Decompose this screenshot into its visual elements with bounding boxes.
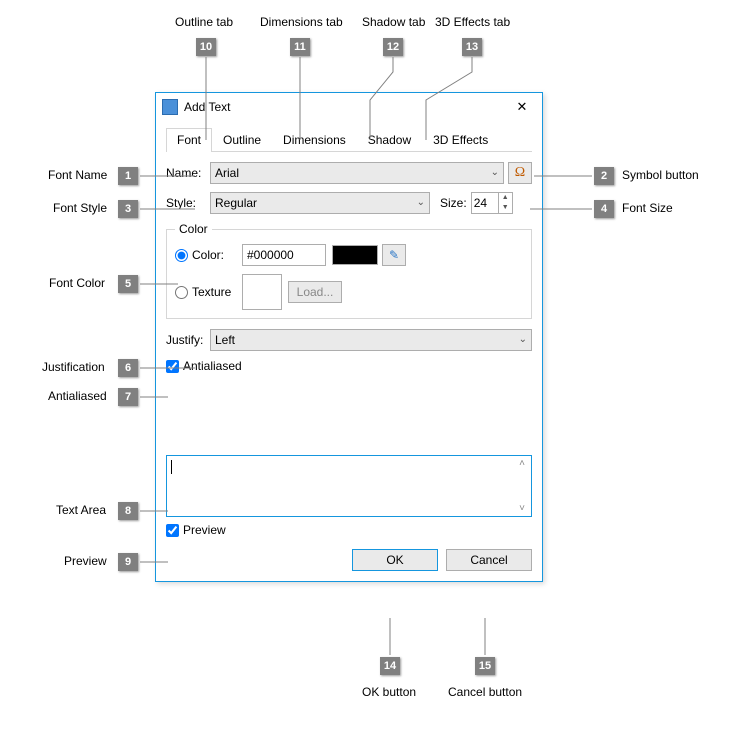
tab-dimensions[interactable]: Dimensions (272, 128, 357, 152)
callout-num-5: 5 (118, 275, 138, 293)
font-style-value: Regular (215, 196, 257, 210)
callout-font-size: Font Size (622, 201, 673, 215)
callout-num-7: 7 (118, 388, 138, 406)
font-size-input[interactable]: 24 ▲▼ (471, 192, 513, 214)
style-label: Style: (166, 196, 210, 210)
name-label: Name: (166, 166, 210, 180)
textarea-scrollbar[interactable]: ˄ ˅ (515, 458, 529, 514)
callout-num-13: 13 (462, 38, 482, 56)
preview-label: Preview (183, 523, 226, 537)
callout-num-2: 2 (594, 167, 614, 185)
justify-label: Justify: (166, 333, 210, 347)
callout-num-11: 11 (290, 38, 310, 56)
preview-row: Preview (166, 523, 532, 537)
client-area: Font Outline Dimensions Shadow 3D Effect… (156, 121, 542, 581)
symbol-button[interactable]: Ω (508, 162, 532, 184)
chevron-down-icon: ⌄ (519, 334, 527, 345)
callout-cancel-button: Cancel button (448, 685, 522, 699)
callout-preview: Preview (64, 554, 107, 568)
color-radio-row: Color: #000000 ✎ (175, 244, 523, 266)
callout-num-3: 3 (118, 200, 138, 218)
close-icon[interactable]: ✕ (508, 99, 536, 115)
antialiased-row: Antialiased (166, 359, 532, 373)
size-spinner[interactable]: ▲▼ (498, 193, 512, 213)
font-style-combo[interactable]: Regular ⌄ (210, 192, 430, 214)
font-name-value: Arial (215, 166, 239, 180)
texture-preview (242, 274, 282, 310)
callout-num-15: 15 (475, 657, 495, 675)
cancel-button[interactable]: Cancel (446, 549, 532, 571)
texture-radio-label: Texture (192, 285, 242, 299)
callout-justification: Justification (42, 360, 105, 374)
ok-button[interactable]: OK (352, 549, 438, 571)
button-row: OK Cancel (166, 549, 532, 571)
callout-num-6: 6 (118, 359, 138, 377)
style-row: Style: Regular ⌄ Size: 24 ▲▼ (166, 192, 532, 214)
chevron-down-icon: ⌄ (417, 197, 425, 208)
text-input-area[interactable]: ˄ ˅ (166, 455, 532, 517)
tab-shadow[interactable]: Shadow (357, 128, 422, 152)
font-size-value: 24 (474, 196, 487, 210)
size-label: Size: (440, 196, 467, 210)
name-row: Name: Arial ⌄ Ω (166, 162, 532, 184)
preview-checkbox[interactable] (166, 524, 179, 537)
callout-font-name: Font Name (48, 168, 107, 182)
load-texture-button[interactable]: Load... (288, 281, 342, 303)
texture-radio[interactable] (175, 286, 188, 299)
callout-num-10: 10 (196, 38, 216, 56)
add-text-dialog: Add Text ✕ Font Outline Dimensions Shado… (155, 92, 543, 582)
tab-outline[interactable]: Outline (212, 128, 272, 152)
color-group-label: Color (175, 222, 212, 236)
titlebar: Add Text ✕ (156, 93, 542, 121)
callout-num-14: 14 (380, 657, 400, 675)
callout-ok-button: OK button (362, 685, 416, 699)
callout-antialiased: Antialiased (48, 389, 107, 403)
callout-font-style: Font Style (53, 201, 107, 215)
callout-num-1: 1 (118, 167, 138, 185)
color-hex-input[interactable]: #000000 (242, 244, 326, 266)
callout-shadow-tab: Shadow tab (362, 15, 425, 29)
omega-icon: Ω (515, 165, 525, 181)
justify-row: Justify: Left ⌄ (166, 329, 532, 351)
color-swatch[interactable] (332, 245, 378, 265)
callout-font-color: Font Color (49, 276, 105, 290)
callout-3d-effects-tab: 3D Effects tab (435, 15, 510, 29)
callout-outline-tab: Outline tab (175, 15, 233, 29)
texture-radio-row: Texture Load... (175, 274, 523, 310)
color-hex-value: #000000 (247, 248, 294, 262)
font-name-combo[interactable]: Arial ⌄ (210, 162, 504, 184)
eyedropper-button[interactable]: ✎ (382, 244, 406, 266)
color-group: Color Color: #000000 ✎ Texture Load... (166, 222, 532, 319)
justify-combo[interactable]: Left ⌄ (210, 329, 532, 351)
window-title: Add Text (184, 100, 508, 114)
callout-dimensions-tab: Dimensions tab (260, 15, 343, 29)
app-icon (162, 99, 178, 115)
text-cursor (171, 460, 172, 474)
color-radio[interactable] (175, 249, 188, 262)
tab-font[interactable]: Font (166, 128, 212, 152)
chevron-down-icon: ⌄ (491, 167, 499, 178)
callout-num-4: 4 (594, 200, 614, 218)
justify-value: Left (215, 333, 235, 347)
eyedropper-icon: ✎ (389, 248, 399, 262)
callout-symbol-button: Symbol button (622, 168, 699, 182)
callout-text-area: Text Area (56, 503, 106, 517)
antialiased-checkbox[interactable] (166, 360, 179, 373)
tab-3d-effects[interactable]: 3D Effects (422, 128, 499, 152)
color-radio-label: Color: (192, 248, 242, 262)
scroll-down-icon: ˅ (515, 503, 529, 514)
antialiased-label: Antialiased (183, 359, 242, 373)
callout-num-9: 9 (118, 553, 138, 571)
callout-num-12: 12 (383, 38, 403, 56)
tabstrip: Font Outline Dimensions Shadow 3D Effect… (166, 127, 532, 152)
callout-num-8: 8 (118, 502, 138, 520)
scroll-up-icon: ˄ (515, 458, 529, 469)
